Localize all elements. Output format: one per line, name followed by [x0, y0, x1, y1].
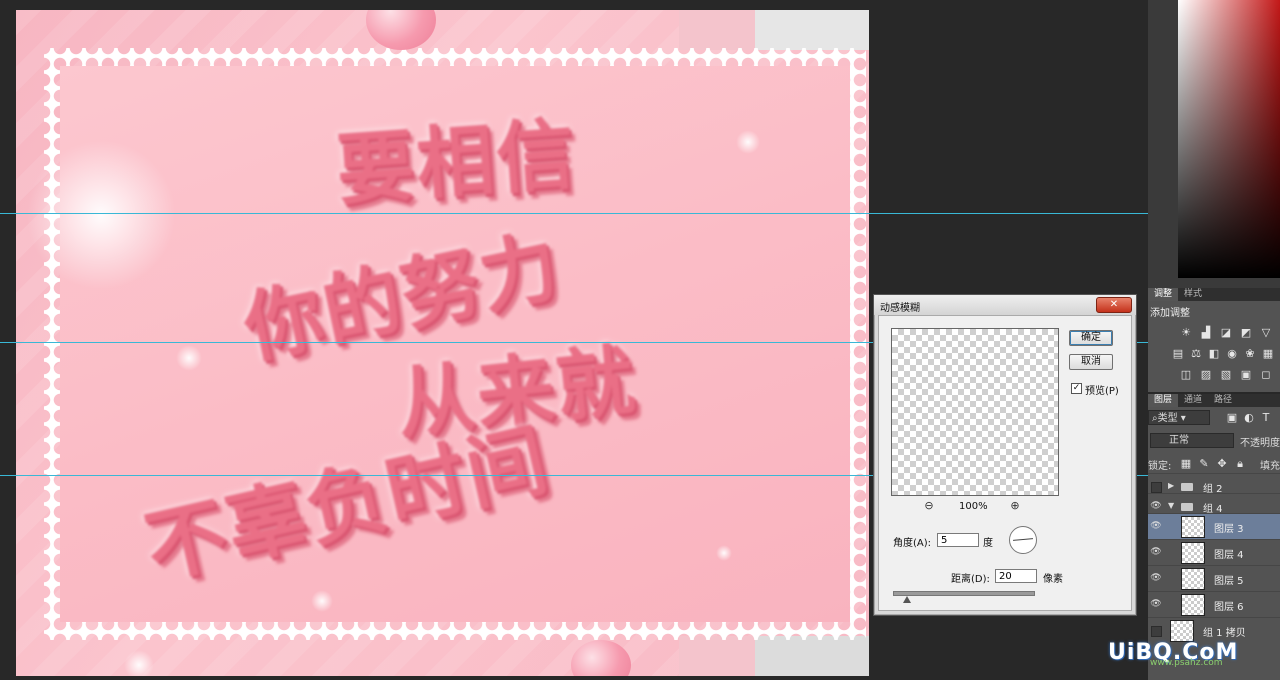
- pixel-filter-icon[interactable]: ▣: [1226, 412, 1238, 424]
- opacity-label: 不透明度: [1240, 438, 1280, 449]
- expand-arrow-icon[interactable]: ▶: [1168, 481, 1174, 490]
- layer-name: 图层 3: [1214, 524, 1244, 535]
- lock-all-icon[interactable]: 🔒︎: [1234, 458, 1246, 470]
- eye-icon[interactable]: 👁︎: [1150, 501, 1162, 511]
- color-balance-icon[interactable]: ⚖: [1190, 348, 1202, 360]
- filter-preview[interactable]: [891, 328, 1059, 496]
- distance-slider-thumb[interactable]: [903, 596, 911, 603]
- fill-label: 填充: [1260, 461, 1280, 472]
- layer-name: 图层 6: [1214, 602, 1244, 613]
- preview-label: 预览(P): [1085, 386, 1119, 397]
- zoom-in-icon[interactable]: ⊕: [1009, 500, 1021, 512]
- layer-name: 图层 5: [1214, 576, 1244, 587]
- selective-color-icon[interactable]: ▣: [1240, 369, 1252, 381]
- photo-filter-icon[interactable]: ◉: [1226, 348, 1238, 360]
- cancel-button[interactable]: 取消: [1069, 354, 1113, 370]
- color-picker-panel: [1148, 0, 1280, 288]
- blend-mode-select[interactable]: 正常: [1150, 433, 1234, 448]
- layers-tab-bar: 图层 通道 路径: [1148, 394, 1280, 407]
- exposure-icon[interactable]: ◩: [1240, 327, 1252, 339]
- adjustment-filter-icon[interactable]: ◐: [1243, 412, 1255, 424]
- invert-icon[interactable]: ◫: [1180, 369, 1192, 381]
- angle-input[interactable]: 5: [937, 533, 979, 547]
- distance-slider[interactable]: [893, 591, 1035, 596]
- tab-channels[interactable]: 通道: [1178, 394, 1208, 407]
- layer-row-layer-3[interactable]: 👁︎ 图层 3: [1148, 513, 1280, 539]
- channel-mixer-icon[interactable]: ❀: [1244, 348, 1256, 360]
- angle-dial[interactable]: [1009, 526, 1037, 554]
- adjustments-panel: 添加调整 ☀ ▟ ◪ ◩ ▽ ▤ ⚖ ◧ ◉ ❀ ▦ ◫ ▨ ▧ ▣ ◻: [1148, 301, 1280, 392]
- eye-icon[interactable]: 👁︎: [1150, 573, 1162, 583]
- layer-row-layer-6[interactable]: 👁︎ 图层 6: [1148, 591, 1280, 617]
- angle-unit: 度: [983, 538, 993, 549]
- posterize-icon[interactable]: ▨: [1200, 369, 1212, 381]
- folder-open-icon: [1181, 503, 1193, 511]
- zoom-level: 100%: [959, 501, 988, 512]
- dialog-title: 动感模糊: [880, 303, 920, 314]
- motion-blur-dialog: 动感模糊 ✕ 确定 取消 ✓ 预览(P) ⊖ 100% ⊕ 角度(A): 5 度…: [873, 294, 1137, 616]
- lock-position-icon[interactable]: ✥: [1216, 458, 1228, 470]
- visibility-toggle[interactable]: [1151, 482, 1162, 493]
- dialog-titlebar[interactable]: 动感模糊 ✕: [874, 295, 1136, 315]
- zoom-out-icon[interactable]: ⊖: [923, 500, 935, 512]
- color-lookup-icon[interactable]: ▦: [1262, 348, 1274, 360]
- headline-line-1: 要相信: [333, 109, 580, 217]
- lock-label: 锁定:: [1148, 461, 1172, 472]
- document-canvas[interactable]: 要相信 你的努力 从来就 不辜负时间: [16, 10, 869, 676]
- vibrance-icon[interactable]: ▽: [1260, 327, 1272, 339]
- collapse-arrow-icon[interactable]: ▼: [1168, 501, 1174, 510]
- preview-checkbox[interactable]: ✓: [1071, 383, 1082, 394]
- eye-icon[interactable]: 👁︎: [1150, 521, 1162, 531]
- headline-text-layer: 要相信 你的努力 从来就 不辜负时间: [16, 10, 869, 676]
- layer-name: 图层 4: [1214, 550, 1244, 561]
- visibility-toggle[interactable]: [1151, 626, 1162, 637]
- levels-icon[interactable]: ▟: [1200, 327, 1212, 339]
- color-field[interactable]: [1178, 0, 1280, 278]
- black-white-icon[interactable]: ◧: [1208, 348, 1220, 360]
- layer-thumbnail: [1181, 516, 1205, 538]
- close-button[interactable]: ✕: [1096, 297, 1132, 313]
- chevron-down-icon: ▾: [1177, 413, 1186, 424]
- angle-label: 角度(A):: [893, 538, 932, 549]
- threshold-icon[interactable]: ▧: [1220, 369, 1232, 381]
- layer-thumbnail: [1181, 542, 1205, 564]
- distance-unit: 像素: [1043, 574, 1063, 585]
- lock-pixels-icon[interactable]: ✎: [1198, 458, 1210, 470]
- adjustments-tab-bar: 调整 样式: [1148, 288, 1280, 301]
- layer-row-layer-4[interactable]: 👁︎ 图层 4: [1148, 539, 1280, 565]
- layer-thumbnail: [1181, 594, 1205, 616]
- layer-name: 组 1 拷贝: [1203, 628, 1246, 639]
- curves-icon[interactable]: ◪: [1220, 327, 1232, 339]
- distance-label: 距离(D):: [951, 574, 990, 585]
- kind-filter-value: 类型: [1157, 413, 1178, 424]
- lock-transparency-icon[interactable]: ▦: [1180, 458, 1192, 470]
- folder-icon: [1181, 483, 1193, 491]
- tab-paths[interactable]: 路径: [1208, 394, 1238, 407]
- distance-input[interactable]: 20: [995, 569, 1037, 583]
- ok-button[interactable]: 确定: [1069, 330, 1113, 346]
- gradient-map-icon[interactable]: ◻: [1260, 369, 1272, 381]
- brightness-icon[interactable]: ☀: [1180, 327, 1192, 339]
- hue-saturation-icon[interactable]: ▤: [1172, 348, 1184, 360]
- horizontal-guide[interactable]: [0, 213, 1148, 214]
- layer-thumbnail: [1170, 620, 1194, 642]
- layer-row-layer-5[interactable]: 👁︎ 图层 5: [1148, 565, 1280, 591]
- tab-layers[interactable]: 图层: [1148, 394, 1179, 407]
- watermark-url: www.psahz.com: [1150, 658, 1223, 668]
- blend-mode-value: 正常: [1169, 435, 1189, 446]
- add-adjustment-label: 添加调整: [1150, 308, 1190, 319]
- tab-styles[interactable]: 样式: [1178, 288, 1208, 301]
- layer-thumbnail: [1181, 568, 1205, 590]
- layer-kind-filter[interactable]: ⌕类型 ▾: [1148, 410, 1210, 425]
- eye-icon[interactable]: 👁︎: [1150, 547, 1162, 557]
- tab-adjustments[interactable]: 调整: [1148, 288, 1179, 301]
- headline-line-4: 不辜负时间: [137, 412, 558, 596]
- dialog-body: 确定 取消 ✓ 预览(P) ⊖ 100% ⊕ 角度(A): 5 度 距离(D):…: [878, 315, 1132, 611]
- eye-icon[interactable]: 👁︎: [1150, 599, 1162, 609]
- type-filter-icon[interactable]: T: [1260, 412, 1272, 424]
